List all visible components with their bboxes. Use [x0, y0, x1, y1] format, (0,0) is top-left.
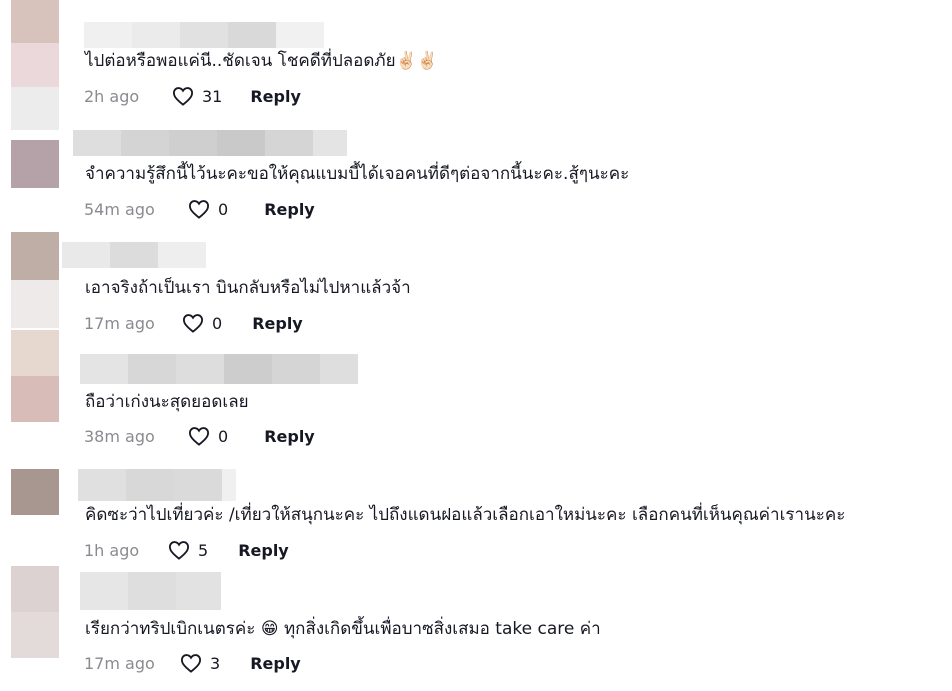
like-button[interactable]: 0	[188, 426, 228, 446]
comment-time: 38m ago	[84, 426, 155, 446]
username-blurred[interactable]	[73, 130, 347, 156]
heart-icon	[180, 654, 202, 673]
avatar-blur-block	[11, 232, 59, 280]
username-blurred[interactable]	[84, 22, 324, 48]
username-blur-block	[224, 354, 272, 384]
heart-icon	[188, 200, 210, 219]
comment-meta: 1h ago 5 Reply	[84, 538, 289, 562]
reply-button[interactable]: Reply	[264, 427, 315, 446]
comment-text: คิดซะว่าไปเที่ยวค่ะ /เที่ยวให้สนุกนะคะ ไ…	[85, 505, 846, 525]
username-blur-block	[158, 242, 206, 268]
avatar-blur-block	[11, 469, 59, 515]
comment-item: ไปต่อหรือพอแค่นี..ชัดเจน โชคดีที่ปลอดภัย…	[0, 0, 952, 130]
username-blurred[interactable]	[78, 469, 236, 501]
username-blur-block	[272, 354, 320, 384]
username-blur-block	[132, 22, 180, 48]
like-button[interactable]: 3	[180, 653, 220, 673]
username-blur-block	[176, 354, 224, 384]
like-button[interactable]: 31	[172, 86, 222, 106]
username-blur-block	[128, 572, 176, 610]
like-count: 0	[218, 426, 229, 446]
avatar[interactable]	[11, 469, 59, 515]
like-button[interactable]: 0	[188, 199, 228, 219]
avatar-blur-block	[11, 612, 59, 658]
like-count: 5	[198, 540, 209, 560]
comment-item: จำความรู้สึกนี้ไว้นะคะขอให้คุณแบมบี้ได้เ…	[0, 130, 952, 230]
reply-button[interactable]: Reply	[250, 654, 301, 673]
avatar-blur-block	[11, 376, 59, 422]
avatar-blur-block	[11, 140, 59, 188]
username-blur-block	[126, 469, 174, 501]
username-blur-block	[73, 130, 121, 156]
comment-time: 1h ago	[84, 540, 140, 560]
username-blur-block	[84, 22, 132, 48]
username-blur-block	[62, 242, 110, 268]
comment-meta: 38m ago 0 Reply	[84, 424, 315, 448]
avatar-blur-block	[11, 566, 59, 612]
avatar-blur-block	[11, 0, 59, 44]
username-blur-block	[176, 572, 221, 610]
avatar[interactable]	[11, 140, 59, 188]
username-blur-block	[276, 22, 324, 48]
username-blur-block	[121, 130, 169, 156]
like-count: 0	[218, 199, 229, 219]
comment-meta: 17m ago 3 Reply	[84, 651, 301, 675]
comment-item: เรียกว่าทริปเบิกเนตรค่ะ 😁 ทุกสิ่งเกิดขึ้…	[0, 566, 952, 691]
username-blur-block	[222, 469, 236, 501]
avatar[interactable]	[11, 0, 59, 130]
comment-item: คิดซะว่าไปเที่ยวค่ะ /เที่ยวให้สนุกนะคะ ไ…	[0, 466, 952, 566]
username-blur-block	[217, 130, 265, 156]
avatar-blur-block	[11, 330, 59, 376]
username-blur-block	[320, 354, 358, 384]
comment-meta: 2h ago 31 Reply	[84, 84, 301, 108]
username-blur-block	[313, 130, 347, 156]
heart-icon	[168, 541, 190, 560]
username-blur-block	[174, 469, 222, 501]
comment-text: ถือว่าเก่งนะสุดยอดเลย	[85, 392, 249, 412]
username-blur-block	[128, 354, 176, 384]
like-count: 31	[202, 86, 223, 106]
comment-time: 54m ago	[84, 199, 155, 219]
comment-time: 2h ago	[84, 86, 140, 106]
reply-button[interactable]: Reply	[238, 541, 289, 560]
like-button[interactable]: 5	[168, 540, 208, 560]
reply-button[interactable]: Reply	[250, 87, 301, 106]
username-blur-block	[80, 354, 128, 384]
username-blur-block	[180, 22, 228, 48]
avatar-blur-block	[11, 43, 59, 87]
username-blur-block	[80, 572, 128, 610]
avatar-blur-block	[11, 280, 59, 328]
avatar[interactable]	[11, 330, 59, 422]
comment-meta: 54m ago 0 Reply	[84, 197, 315, 221]
comment-text: จำความรู้สึกนี้ไว้นะคะขอให้คุณแบมบี้ได้เ…	[85, 164, 630, 184]
comment-item: ถือว่าเก่งนะสุดยอดเลย 38m ago 0 Reply	[0, 330, 952, 450]
avatar[interactable]	[11, 566, 59, 658]
like-count: 3	[210, 653, 221, 673]
username-blur-block	[228, 22, 276, 48]
avatar[interactable]	[11, 232, 59, 328]
reply-button[interactable]: Reply	[264, 200, 315, 219]
username-blur-block	[169, 130, 217, 156]
comment-text: เอาจริงถ้าเป็นเรา บินกลับหรือไม่ไปหาแล้ว…	[85, 278, 411, 298]
avatar-blur-block	[11, 86, 59, 130]
username-blurred[interactable]	[80, 354, 358, 384]
comment-time: 17m ago	[84, 653, 155, 673]
comment-item: เอาจริงถ้าเป็นเรา บินกลับหรือไม่ไปหาแล้ว…	[0, 232, 952, 342]
heart-icon	[172, 87, 194, 106]
username-blur-block	[265, 130, 313, 156]
comment-text: ไปต่อหรือพอแค่นี..ชัดเจน โชคดีที่ปลอดภัย…	[85, 51, 438, 71]
username-blur-block	[78, 469, 126, 501]
heart-icon	[188, 427, 210, 446]
username-blurred[interactable]	[80, 572, 221, 610]
comment-text: เรียกว่าทริปเบิกเนตรค่ะ 😁 ทุกสิ่งเกิดขึ้…	[85, 619, 601, 639]
username-blurred[interactable]	[62, 242, 206, 268]
username-blur-block	[110, 242, 158, 268]
